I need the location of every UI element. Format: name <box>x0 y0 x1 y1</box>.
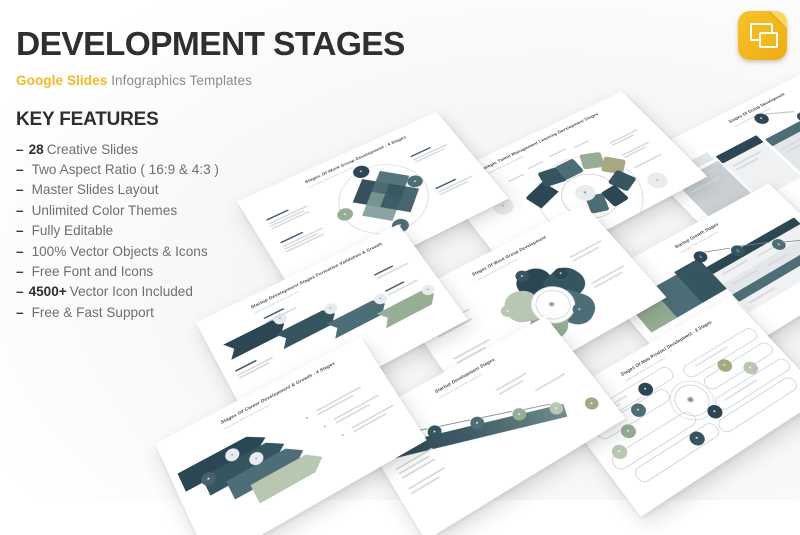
bullet-dash-icon: – <box>16 223 24 239</box>
stage-icon: ✦ <box>322 424 329 431</box>
feature-text: Free Font and Icons <box>31 263 154 279</box>
slide-title: Strategic Talent Management Learning Dev… <box>476 112 600 174</box>
stage-icon: ✦ <box>751 111 772 126</box>
stage-icon: ✦ <box>617 421 640 441</box>
bullet-dash-icon: – <box>16 202 24 218</box>
stage-icon: ✦ <box>488 195 518 218</box>
stage-icon: ✦ <box>628 400 649 420</box>
bullet-dash-icon: – <box>16 243 24 259</box>
list-item: – Two Aspect Ratio ( 16:9 & 4:3 ) <box>16 160 346 180</box>
slide-title: Stages Of New Product Development - 8 St… <box>619 320 714 378</box>
feature-highlight: 28 <box>28 141 44 157</box>
stage-icon: 3 <box>769 237 789 252</box>
slide-mockup: Strategic Talent Management Learning Dev… <box>436 91 708 279</box>
stage-icon: ✦ <box>704 402 726 422</box>
list-item: –28 Creative Slides <box>16 140 346 160</box>
slide-title: Stages Of Career Development & Growth - … <box>220 361 337 426</box>
stage-icon: ✦ <box>608 442 631 462</box>
stage-icon: ✦ <box>425 422 445 441</box>
key-features-heading: KEY FEATURES <box>16 108 159 130</box>
slide-mockup: Stages Of Career Development & Growth - … <box>154 336 427 535</box>
bullet-dash-icon: – <box>16 304 24 320</box>
subtitle-rest: Infographics Templates <box>111 72 252 88</box>
center-icon: ✺ <box>571 182 600 204</box>
feature-text: Unlimited Color Themes <box>31 202 178 218</box>
stage-icon: 1 <box>690 249 711 265</box>
feature-list: –28 Creative Slides – Two Aspect Ratio ( 1… <box>16 140 346 324</box>
stage-icon: ✦ <box>223 445 242 464</box>
slide-mockup: Stages Of Group Development Lorem ipsum … <box>635 70 800 256</box>
stage-icon: ✦ <box>419 282 437 298</box>
slide-subtitle: Lorem ipsum dolor sit amet consectetur <box>678 230 720 254</box>
list-item: – Unlimited Color Themes <box>16 201 346 221</box>
stage-icon: ✦ <box>199 469 218 489</box>
page-subtitle: Google Slides Infographics Templates <box>16 73 346 88</box>
feature-text: 100% Vector Objects & Icons <box>31 243 208 259</box>
bullet-dash-icon: – <box>16 263 24 279</box>
stage-icon: ✦ <box>304 415 311 422</box>
list-item: – Free & Fast Support <box>16 303 346 323</box>
page-title: DEVELOPMENT STAGES <box>16 26 405 63</box>
stage-icon: ✦ <box>686 428 708 449</box>
bullet-dash-icon: – <box>16 141 24 157</box>
stage-icon: ✦ <box>643 169 672 192</box>
feature-highlight: 4500+ <box>28 284 67 300</box>
list-item: – Free Font and Icons <box>16 262 346 282</box>
feature-text: Free & Fast Support <box>31 304 154 320</box>
slide-subtitle: Lorem ipsum dolor sit amet consectetur <box>438 373 482 400</box>
stage-icon: ✦ <box>388 216 412 235</box>
slide-mockup: Stages Of Work Group Development Lorem i… <box>395 203 667 410</box>
slide-title: Startup Development Stages <box>434 357 497 395</box>
feature-text: Two Aspect Ratio ( 16:9 & 4:3 ) <box>31 161 219 177</box>
stage-icon: ✦ <box>404 173 426 190</box>
slide-title: Startup Growth Stages <box>673 222 721 250</box>
stage-icon: ✦ <box>635 380 656 399</box>
slide-subtitle: Lorem ipsum dolor sit amet consectetur <box>733 106 773 128</box>
center-icon: ✺ <box>684 394 697 406</box>
slide-title: Stages Of Group Development <box>727 92 787 125</box>
feature-text: Vector Icon Included <box>69 284 193 300</box>
stage-icon: ✦ <box>350 163 373 181</box>
stage-icon: ✦ <box>512 268 532 284</box>
stage-icon: ✦ <box>509 405 529 423</box>
badge-rect-front-icon <box>759 32 778 48</box>
google-slides-icon[interactable] <box>738 11 787 60</box>
intro-copy: DEVELOPMENT STAGES Google Slides Infogra… <box>16 16 405 324</box>
slide-mockup: Startup Growth Stages Lorem ipsum dolor … <box>594 183 800 386</box>
center-icon: ✺ <box>546 299 557 309</box>
stage-icon: ✦ <box>714 356 736 375</box>
stage-icon: ✦ <box>794 110 800 124</box>
stage-icon: ✦ <box>740 359 762 377</box>
slide-subtitle: Lorem ipsum dolor sit amet consectetur <box>480 155 525 178</box>
brand-label: Google Slides <box>16 72 108 88</box>
stage-icon: ✦ <box>534 324 555 342</box>
list-item: –100% Vector Objects & Icons <box>16 242 346 262</box>
bullet-dash-icon: – <box>16 182 24 198</box>
bullet-dash-icon: – <box>16 161 24 177</box>
stage-icon: ✦ <box>382 431 402 450</box>
stage-icon: ✦ <box>546 399 566 417</box>
list-item: –4500+ Vector Icon Included <box>16 282 346 302</box>
feature-text: Master Slides Layout <box>31 182 159 198</box>
feature-text: Creative Slides <box>46 141 139 157</box>
list-item: – Master Slides Layout <box>16 180 346 200</box>
slide-subtitle: Lorem ipsum dolor sit amet consectetur <box>475 257 519 282</box>
slide-subtitle: Lorem ipsum dolor sit amet consectetur <box>624 356 666 383</box>
bullet-dash-icon: – <box>16 284 24 300</box>
feature-text: Fully Editable <box>31 223 114 239</box>
stage-icon: ✦ <box>371 291 390 307</box>
stage-icon: ✦ <box>551 265 571 282</box>
slide-title: Stages Of Work Group Development <box>471 235 548 278</box>
stage-icon: ✦ <box>569 301 590 318</box>
stage-icon: ✦ <box>467 414 487 432</box>
stage-icon: ✦ <box>498 302 518 320</box>
stage-icon: ✦ <box>582 395 602 412</box>
stage-icon: 2 <box>728 243 748 259</box>
stage-icon: ✦ <box>247 449 266 468</box>
slide-mockup: Startup Development Stages Lorem ipsum d… <box>354 316 626 535</box>
slide-subtitle: Lorem ipsum dolor sit amet consectetur <box>223 403 271 431</box>
slide-mockup: Stages Of New Product Development - 8 St… <box>553 295 800 517</box>
stage-icon: ✦ <box>340 432 347 439</box>
list-item: – Fully Editable <box>16 221 346 241</box>
